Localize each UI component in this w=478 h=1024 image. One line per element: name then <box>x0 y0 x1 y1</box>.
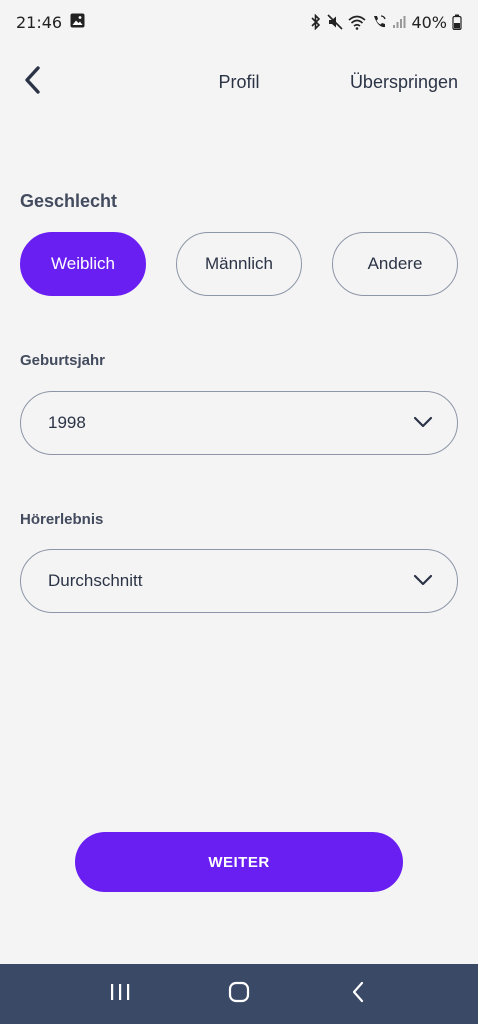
back-button[interactable] <box>18 65 46 99</box>
birth-year-value: 1998 <box>48 413 86 432</box>
chevron-down-icon <box>413 571 433 591</box>
wifi-call-icon <box>371 14 387 30</box>
next-button[interactable]: WEITER <box>75 832 403 892</box>
chevron-down-icon <box>413 413 433 433</box>
bluetooth-icon <box>310 14 322 30</box>
back-icon <box>351 981 365 1008</box>
system-nav-bar <box>0 964 478 1024</box>
recent-apps-button[interactable] <box>96 970 144 1018</box>
status-right: 40% <box>310 13 462 32</box>
battery-percent: 40% <box>411 12 447 32</box>
hearing-select[interactable]: Durchschnitt <box>20 549 458 613</box>
system-back-button[interactable] <box>334 970 382 1018</box>
hearing-label: Hörerlebnis <box>20 511 104 528</box>
recent-apps-icon <box>109 982 131 1007</box>
header-bar: Profil Überspringen <box>0 60 478 104</box>
birth-year-label: Geburtsjahr <box>20 352 106 369</box>
gender-option-male[interactable]: Männlich <box>176 232 302 296</box>
birth-year-select[interactable]: 1998 <box>20 391 458 455</box>
mute-icon <box>327 14 344 30</box>
image-icon <box>70 13 85 32</box>
skip-button[interactable]: Überspringen <box>350 72 458 93</box>
gender-option-female[interactable]: Weiblich <box>20 232 146 296</box>
wifi-icon <box>348 15 366 30</box>
status-time: 21:46 <box>16 12 63 32</box>
battery-icon <box>452 14 462 30</box>
home-icon <box>228 981 250 1008</box>
hearing-value: Durchschnitt <box>48 571 143 590</box>
signal-icon <box>392 15 406 29</box>
gender-option-other[interactable]: Andere <box>332 232 458 296</box>
status-bar: 21:46 40% <box>0 0 478 44</box>
status-left: 21:46 <box>16 13 85 32</box>
chevron-left-icon <box>23 65 41 99</box>
home-button[interactable] <box>215 970 263 1018</box>
gender-label: Geschlecht <box>20 191 118 211</box>
